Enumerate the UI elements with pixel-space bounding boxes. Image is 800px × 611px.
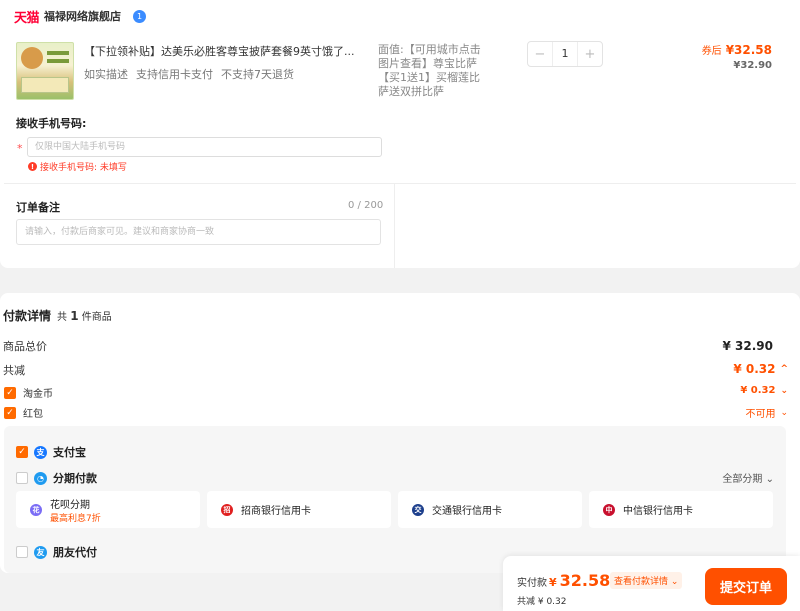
qty-value[interactable]: 1 [552, 42, 578, 66]
price-after-value: ¥32.58 [725, 43, 772, 57]
huabei-icon: 花 [30, 503, 42, 516]
bocom-card-option[interactable]: 交 交通银行信用卡 [398, 491, 582, 528]
alipay-icon: 支 [34, 445, 47, 459]
submit-order-button[interactable]: 提交订单 [705, 568, 787, 605]
product-thumbnail[interactable] [16, 42, 74, 100]
error-icon: ! [28, 162, 37, 171]
coin-toggle[interactable]: ¥ 0.32 ⌄ [740, 385, 788, 396]
phone-error: ! 接收手机号码: 未填写 [28, 160, 127, 173]
item-count-value: 1 [70, 309, 79, 323]
huabei-option[interactable]: 花 花呗分期 最高利息7折 [16, 491, 200, 528]
product-spec: 面值:【可用城市点击图片查看】尊宝比萨【买1送1】买榴莲比萨送双拼比萨 [378, 43, 481, 98]
coin-value: ¥ 0.32 [740, 385, 776, 396]
discount-toggle[interactable]: ¥ 0.32 ^ [733, 362, 788, 376]
coin-label: 淘金币 [23, 389, 53, 400]
qty-plus-button[interactable]: + [578, 42, 602, 66]
phone-error-text: 接收手机号码: 未填写 [40, 163, 127, 173]
discount-value: ¥ 0.32 [733, 362, 776, 376]
cmb-card-option[interactable]: 招 招商银行信用卡 [207, 491, 391, 528]
submit-bar: 实付款 ¥ 32.58 查看付款详情 ⌄ 共减 ¥ 0.32 提交订单 [503, 556, 800, 611]
phone-input[interactable] [27, 137, 382, 157]
shop-name[interactable]: 福禄网络旗舰店 [44, 8, 121, 24]
redpack-checkbox[interactable]: ✓ [4, 406, 16, 419]
bocom-label: 交通银行信用卡 [432, 506, 502, 517]
alipay-checkbox[interactable]: ✓ [16, 446, 28, 458]
chevron-down-icon: ⌄ [670, 577, 679, 587]
citic-bank-icon: 中 [603, 503, 615, 516]
order-card: 天猫 福禄网络旗舰店 1 【下拉领补贴】达美乐必胜客尊宝披萨套餐9英寸饿了...… [0, 0, 800, 268]
friend-pay-checkbox[interactable] [16, 546, 28, 558]
redpack-option[interactable]: ✓ 红包 [4, 405, 43, 420]
payment-card: 付款详情 共 1 件商品 商品总价 ¥ 32.90 共减 ¥ 0.32 ^ ✓ … [0, 293, 800, 573]
payment-title: 付款详情 共 1 件商品 [3, 307, 112, 324]
chevron-down-icon: ⌄ [780, 407, 788, 418]
item-count-suffix: 件商品 [81, 312, 112, 323]
total-amount: 实付款 ¥ 32.58 [517, 571, 610, 590]
chevron-up-icon: ^ [780, 364, 788, 374]
redpack-label: 红包 [23, 409, 43, 420]
price-after-label: 券后 [701, 46, 722, 57]
subtotal-value: ¥ 32.90 [722, 339, 773, 353]
payment-title-text: 付款详情 [3, 309, 52, 323]
all-installment-label: 全部分期 [722, 474, 763, 485]
chevron-down-icon: ⌄ [780, 385, 788, 396]
note-label: 订单备注 [16, 201, 60, 214]
quantity-stepper: − 1 + [527, 41, 603, 67]
product-tag: 支持信用卡支付 [136, 68, 213, 81]
required-star: * [17, 142, 23, 155]
chevron-down-icon: ⌄ [765, 474, 774, 485]
order-note-input[interactable] [16, 219, 381, 245]
view-payment-details-link[interactable]: 查看付款详情 ⌄ [610, 572, 683, 589]
installment-label: 分期付款 [53, 472, 97, 485]
friend-pay-label: 朋友代付 [53, 546, 97, 559]
view-payment-details-label: 查看付款详情 [614, 577, 669, 587]
product-tag: 如实描述 [84, 68, 128, 81]
shop-badge-icon: 1 [133, 9, 147, 23]
price-original: ¥32.90 [733, 60, 772, 71]
item-count: 共 1 件商品 [57, 308, 112, 323]
method-alipay[interactable]: ✓ 支 支付宝 [16, 444, 86, 460]
huabei-title: 花呗分期 [50, 499, 90, 511]
divider [4, 183, 796, 184]
redpack-toggle[interactable]: 不可用 ⌄ [745, 405, 788, 421]
qty-minus-button[interactable]: − [528, 42, 552, 66]
product-tag: 不支持7天退货 [221, 68, 294, 81]
total-currency: ¥ [549, 576, 557, 589]
method-friend-pay[interactable]: 友 朋友代付 [16, 544, 97, 560]
payment-methods: ✓ 支 支付宝 ◔ 分期付款 全部分期 ⌄ 花 花呗分期 最高利息7折 招 招商… [4, 426, 786, 573]
citic-label: 中信银行信用卡 [623, 506, 693, 517]
price-after-coupon: 券后 ¥32.58 [702, 42, 772, 57]
phone-label: 接收手机号码: [16, 117, 87, 130]
subtotal-label: 商品总价 [3, 340, 47, 353]
total-value: 32.58 [559, 571, 611, 590]
all-installment-link[interactable]: 全部分期 ⌄ [722, 470, 774, 485]
huabei-text: 花呗分期 最高利息7折 [50, 496, 101, 524]
divider [394, 184, 395, 268]
product-title[interactable]: 【下拉领补贴】达美乐必胜客尊宝披萨套餐9英寸饿了... [84, 43, 374, 59]
method-installment[interactable]: ◔ 分期付款 [16, 470, 97, 486]
redpack-value: 不可用 [745, 409, 776, 420]
bocom-bank-icon: 交 [412, 503, 424, 516]
total-saved: 共减 ¥ 0.32 [517, 597, 567, 607]
cmb-label: 招商银行信用卡 [241, 506, 311, 517]
huabei-subtitle: 最高利息7折 [50, 513, 101, 524]
product-tags: 如实描述 支持信用卡支付 不支持7天退货 [84, 66, 294, 82]
installment-icon: ◔ [34, 471, 47, 485]
tmall-logo: 天猫 [14, 10, 40, 26]
coin-option[interactable]: ✓ 淘金币 [4, 385, 53, 400]
cmb-bank-icon: 招 [221, 503, 233, 516]
alipay-label: 支付宝 [53, 446, 86, 459]
citic-card-option[interactable]: 中 中信银行信用卡 [589, 491, 773, 528]
friend-pay-icon: 友 [34, 545, 47, 559]
note-char-count: 0 / 200 [348, 200, 384, 211]
installment-checkbox[interactable] [16, 472, 28, 484]
shop-header[interactable]: 天猫 福禄网络旗舰店 1 [14, 8, 147, 26]
discount-label: 共减 [3, 364, 25, 377]
coin-checkbox[interactable]: ✓ [4, 386, 16, 399]
total-label: 实付款 [517, 578, 547, 589]
item-count-prefix: 共 [57, 312, 68, 323]
